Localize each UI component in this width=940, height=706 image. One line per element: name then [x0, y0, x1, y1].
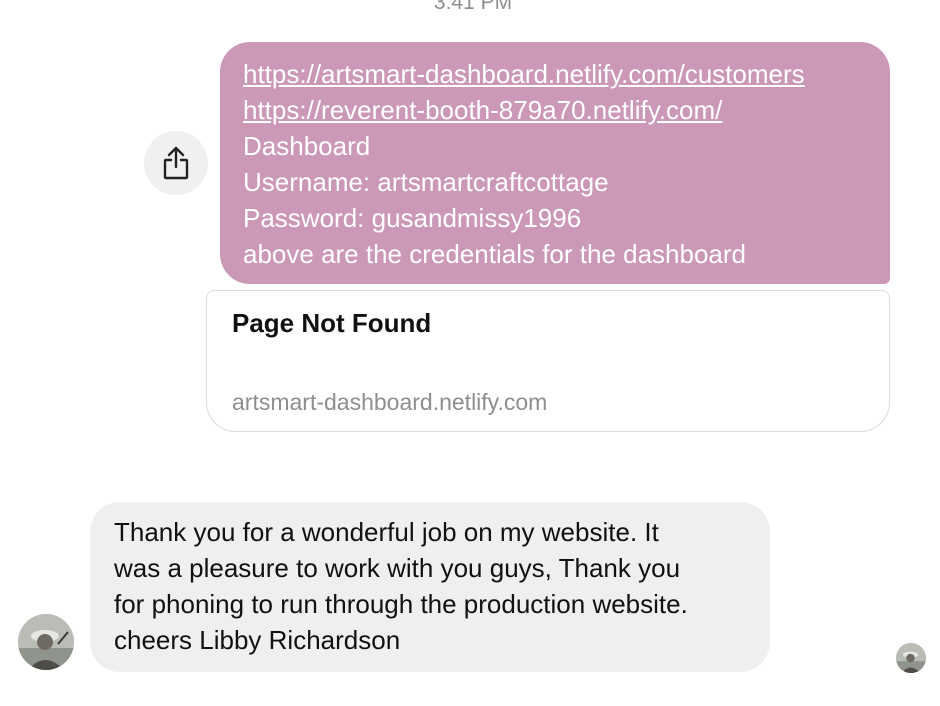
incoming-message-bubble[interactable]: Thank you for a wonderful job on my webs… — [90, 502, 770, 672]
message-text-line: Dashboard — [243, 131, 371, 161]
message-text-line: cheers Libby Richardson — [114, 625, 401, 655]
avatar-icon — [896, 643, 926, 673]
avatar-icon — [18, 614, 74, 670]
message-text-line: above are the credentials for the dashbo… — [243, 239, 747, 269]
read-receipt-avatar — [896, 643, 926, 673]
outgoing-message-bubble[interactable]: https://artsmart-dashboard.netlify.com/c… — [220, 42, 890, 284]
message-text-line: was a pleasure to work with you guys, Th… — [114, 553, 681, 583]
message-text-line: Thank you for a wonderful job on my webs… — [114, 517, 659, 547]
link-preview-title: Page Not Found — [232, 308, 432, 338]
message-text-line: for phoning to run through the productio… — [114, 589, 688, 619]
message-text-line: Password: gusandmissy1996 — [243, 203, 582, 233]
share-icon — [163, 146, 189, 180]
message-link[interactable]: https://artsmart-dashboard.netlify.com/c… — [243, 56, 872, 92]
link-preview-domain: artsmart-dashboard.netlify.com — [232, 389, 548, 415]
message-timestamp: 3:41 PM — [433, 0, 513, 14]
link-preview-card[interactable]: Page Not Found artsmart-dashboard.netlif… — [206, 290, 890, 432]
message-link[interactable]: https://reverent-booth-879a70.netlify.co… — [243, 92, 872, 128]
share-button[interactable] — [144, 131, 208, 195]
message-text-line: Username: artsmartcraftcottage — [243, 167, 609, 197]
sender-avatar[interactable] — [18, 614, 74, 670]
